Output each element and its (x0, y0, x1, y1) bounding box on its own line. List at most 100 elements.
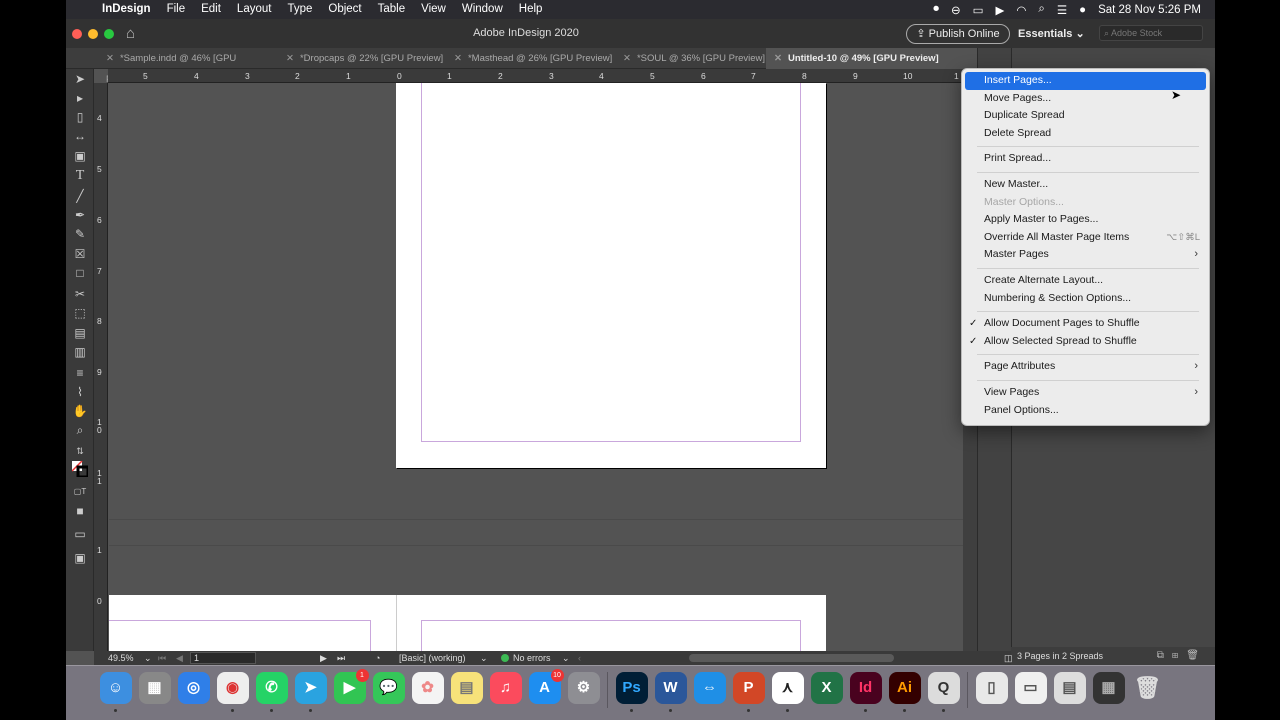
page-number-field[interactable]: 1 (190, 652, 256, 664)
menu-item-allow-document-shuffle[interactable]: ✓ Allow Document Pages to Shuffle (965, 315, 1206, 333)
app-store-icon[interactable]: A 10 (528, 669, 564, 704)
menu-help[interactable]: Help (511, 0, 551, 19)
photos-icon[interactable]: ✿ (411, 672, 444, 704)
menu-item-delete-spread[interactable]: Delete Spread (965, 125, 1206, 143)
tab-dropcaps[interactable]: ✕ *Dropcaps @ 22% [GPU Preview] (286, 48, 446, 69)
play-icon[interactable]: ▶ (989, 3, 1010, 17)
eyedropper-tool-icon[interactable]: ⌇ (72, 384, 88, 400)
spotlight-search-icon[interactable]: ⌕ (1032, 3, 1050, 16)
apply-color-icon[interactable]: ■ (72, 503, 88, 519)
next-page-icon[interactable]: ▶ (320, 651, 327, 665)
pen-tool-icon[interactable]: ✒ (72, 207, 88, 223)
page-tool-icon[interactable]: ▯ (72, 109, 88, 125)
menu-item-numbering-section[interactable]: Numbering & Section Options... (965, 290, 1206, 308)
zoom-level[interactable]: 49.5% (108, 651, 134, 665)
document-spread[interactable] (109, 595, 826, 651)
word-icon[interactable]: W (654, 672, 687, 712)
selection-tool-icon[interactable]: ➤ (72, 71, 88, 87)
edit-page-size-icon[interactable]: ⧉ (1157, 650, 1172, 661)
menu-item-duplicate-spread[interactable]: Duplicate Spread (965, 107, 1206, 125)
horizontal-ruler[interactable]: 5 4 3 2 1 0 1 2 3 4 5 6 7 8 9 10 1 (108, 69, 963, 83)
menu-item-override-master-items[interactable]: Override All Master Page Items ⌥⇧⌘L (965, 229, 1206, 247)
zoom-tool-icon[interactable]: ⌕ (72, 422, 88, 438)
menu-table[interactable]: Table (370, 0, 414, 19)
publish-online-button[interactable]: ⇪ Publish Online (906, 24, 1010, 44)
menu-item-create-alternate-layout[interactable]: Create Alternate Layout... (965, 272, 1206, 290)
document-canvas[interactable] (109, 83, 963, 651)
excel-icon[interactable]: X (810, 672, 843, 704)
split-window-icon[interactable]: ◫ (1004, 651, 1013, 665)
pencil-tool-icon[interactable]: ✎ (72, 226, 88, 242)
acrobat-icon[interactable]: ⋏ (771, 672, 804, 712)
powerpoint-icon[interactable]: P (732, 672, 765, 712)
screen-record-icon[interactable]: ⏺ (927, 3, 945, 16)
horizontal-scrollbar[interactable] (689, 654, 894, 662)
menubar-clock[interactable]: Sat 28 Nov 5:26 PM (1092, 4, 1215, 16)
close-tab-icon[interactable]: ✕ (106, 53, 114, 64)
menu-file[interactable]: File (159, 0, 194, 19)
scroll-left-icon[interactable]: ‹ (578, 651, 581, 665)
launchpad-icon[interactable]: ▦ (138, 672, 171, 704)
open-document-page-icon[interactable]: ◔ (375, 651, 380, 665)
first-page-icon[interactable]: ⏮ (158, 651, 166, 665)
teamviewer-icon[interactable]: ⇔ (693, 672, 726, 704)
fill-stroke-swatch-icon[interactable] (71, 460, 90, 479)
menu-item-insert-pages[interactable]: Insert Pages... (965, 72, 1206, 90)
formatting-affects-icon[interactable]: ▢T (72, 484, 88, 500)
menu-view[interactable]: View (413, 0, 454, 19)
tab-masthead[interactable]: ✕ *Masthead @ 26% [GPU Preview] (454, 48, 614, 69)
menu-window[interactable]: Window (454, 0, 511, 19)
menu-type[interactable]: Type (279, 0, 320, 19)
apple-menu-icon[interactable] (66, 0, 94, 19)
folder-stack-icon[interactable]: ▦ (1092, 672, 1125, 704)
master-status[interactable]: [Basic] (working) (399, 651, 466, 665)
screenshot-stack-icon[interactable]: ▤ (1053, 672, 1086, 704)
last-page-icon[interactable]: ⏭ (337, 651, 345, 665)
free-transform-tool-icon[interactable]: ⬚ (72, 305, 88, 321)
wifi-icon[interactable]: ◠ (1010, 3, 1032, 17)
illustrator-icon[interactable]: Ai (888, 672, 921, 712)
rectangle-tool-icon[interactable]: □ (72, 265, 88, 281)
note-tool-icon[interactable]: ≡ (72, 365, 88, 381)
close-tab-icon[interactable]: ✕ (286, 53, 294, 64)
master-chevron-icon[interactable]: ⌄ (480, 651, 488, 665)
menu-item-allow-spread-shuffle[interactable]: ✓ Allow Selected Spread to Shuffle (965, 333, 1206, 351)
content-collector-icon[interactable]: ▣ (72, 148, 88, 164)
system-preferences-icon[interactable]: ⚙ (567, 672, 600, 704)
gradient-feather-tool-icon[interactable]: ▥ (72, 344, 88, 360)
battery-icon[interactable]: ▭ (967, 3, 990, 17)
previous-page-icon[interactable]: ◀ (176, 651, 183, 665)
adobe-stock-search-input[interactable]: ⌕ Adobe Stock (1099, 25, 1203, 41)
tab-sample[interactable]: ✕*Sample.indd @ 46% [GPU Preview] (106, 48, 274, 85)
new-page-icon[interactable]: ⊞ (1172, 650, 1186, 661)
workspace-switcher[interactable]: Essentials ⌄ (1018, 27, 1085, 40)
finder-icon[interactable]: ☺ (99, 672, 132, 712)
gap-tool-icon[interactable]: ↔ (72, 128, 88, 144)
menu-item-print-spread[interactable]: Print Spread... (965, 150, 1206, 168)
preview-mode-icon[interactable]: ▣ (72, 550, 88, 566)
direct-selection-tool-icon[interactable]: ▸ (72, 90, 88, 106)
document-page[interactable] (396, 83, 826, 468)
menu-item-move-pages[interactable]: Move Pages... (965, 90, 1206, 108)
telegram-icon[interactable]: ➤ (294, 672, 327, 712)
trash-icon[interactable]: 🗑 (1132, 672, 1164, 704)
zoom-chevron-icon[interactable]: ⌄ (144, 651, 152, 665)
quicktime-icon[interactable]: Q (927, 672, 960, 712)
rectangle-frame-tool-icon[interactable]: ☒ (72, 246, 88, 262)
menu-layout[interactable]: Layout (229, 0, 280, 19)
downloads-stack-icon[interactable]: ▭ (1014, 672, 1047, 704)
music-icon[interactable]: ♫ (489, 672, 522, 704)
control-center-icon[interactable]: ☰ (1051, 3, 1073, 17)
line-tool-icon[interactable]: ╱ (72, 188, 88, 204)
delete-page-icon[interactable]: 🗑 (1186, 650, 1207, 661)
siri-icon[interactable]: ● (1073, 4, 1092, 16)
whatsapp-icon[interactable]: ✆ (255, 672, 288, 712)
menu-object[interactable]: Object (320, 0, 369, 19)
notes-icon[interactable]: ▤ (450, 672, 483, 704)
type-tool-icon[interactable]: T (72, 168, 88, 184)
menu-item-view-pages[interactable]: View Pages › (965, 384, 1206, 402)
menu-item-page-attributes[interactable]: Page Attributes › (965, 358, 1206, 376)
photoshop-icon[interactable]: Ps (615, 672, 648, 712)
vertical-ruler[interactable]: 4 5 6 7 8 9 1 0 1 1 1 0 (94, 83, 108, 651)
close-tab-icon[interactable]: ✕ (623, 53, 631, 64)
